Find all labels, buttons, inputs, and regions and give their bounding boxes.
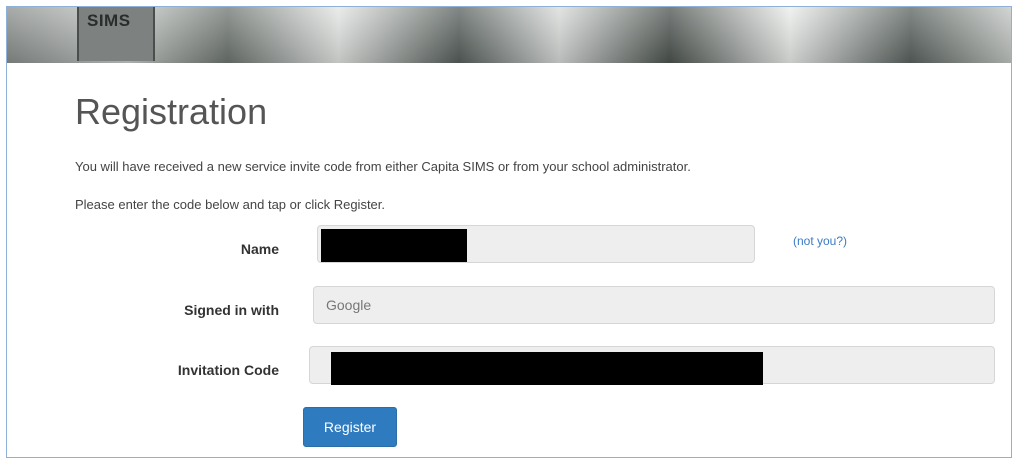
invitation-code-label: Invitation Code — [177, 362, 279, 378]
name-label: Name — [240, 241, 279, 257]
intro-text-line2: Please enter the code below and tap or c… — [75, 197, 386, 212]
logo-text: SIMS — [87, 11, 131, 30]
register-button[interactable]: Register — [303, 407, 397, 447]
page-title: Registration — [75, 91, 268, 132]
signed-in-value: Google — [326, 297, 372, 313]
not-you-link[interactable]: (not you?) — [793, 234, 847, 248]
banner-overlay — [7, 7, 1011, 63]
sims-logo: SIMS — [77, 7, 155, 61]
header-banner: SIMS — [7, 7, 1011, 63]
invitation-code-redaction — [331, 352, 763, 385]
signed-in-field: Google — [313, 286, 995, 324]
intro-text-line1: You will have received a new service inv… — [75, 159, 691, 174]
name-redaction — [321, 229, 467, 262]
signed-in-label: Signed in with — [184, 302, 279, 318]
registration-window: SIMS Registration You will have received… — [6, 6, 1012, 458]
